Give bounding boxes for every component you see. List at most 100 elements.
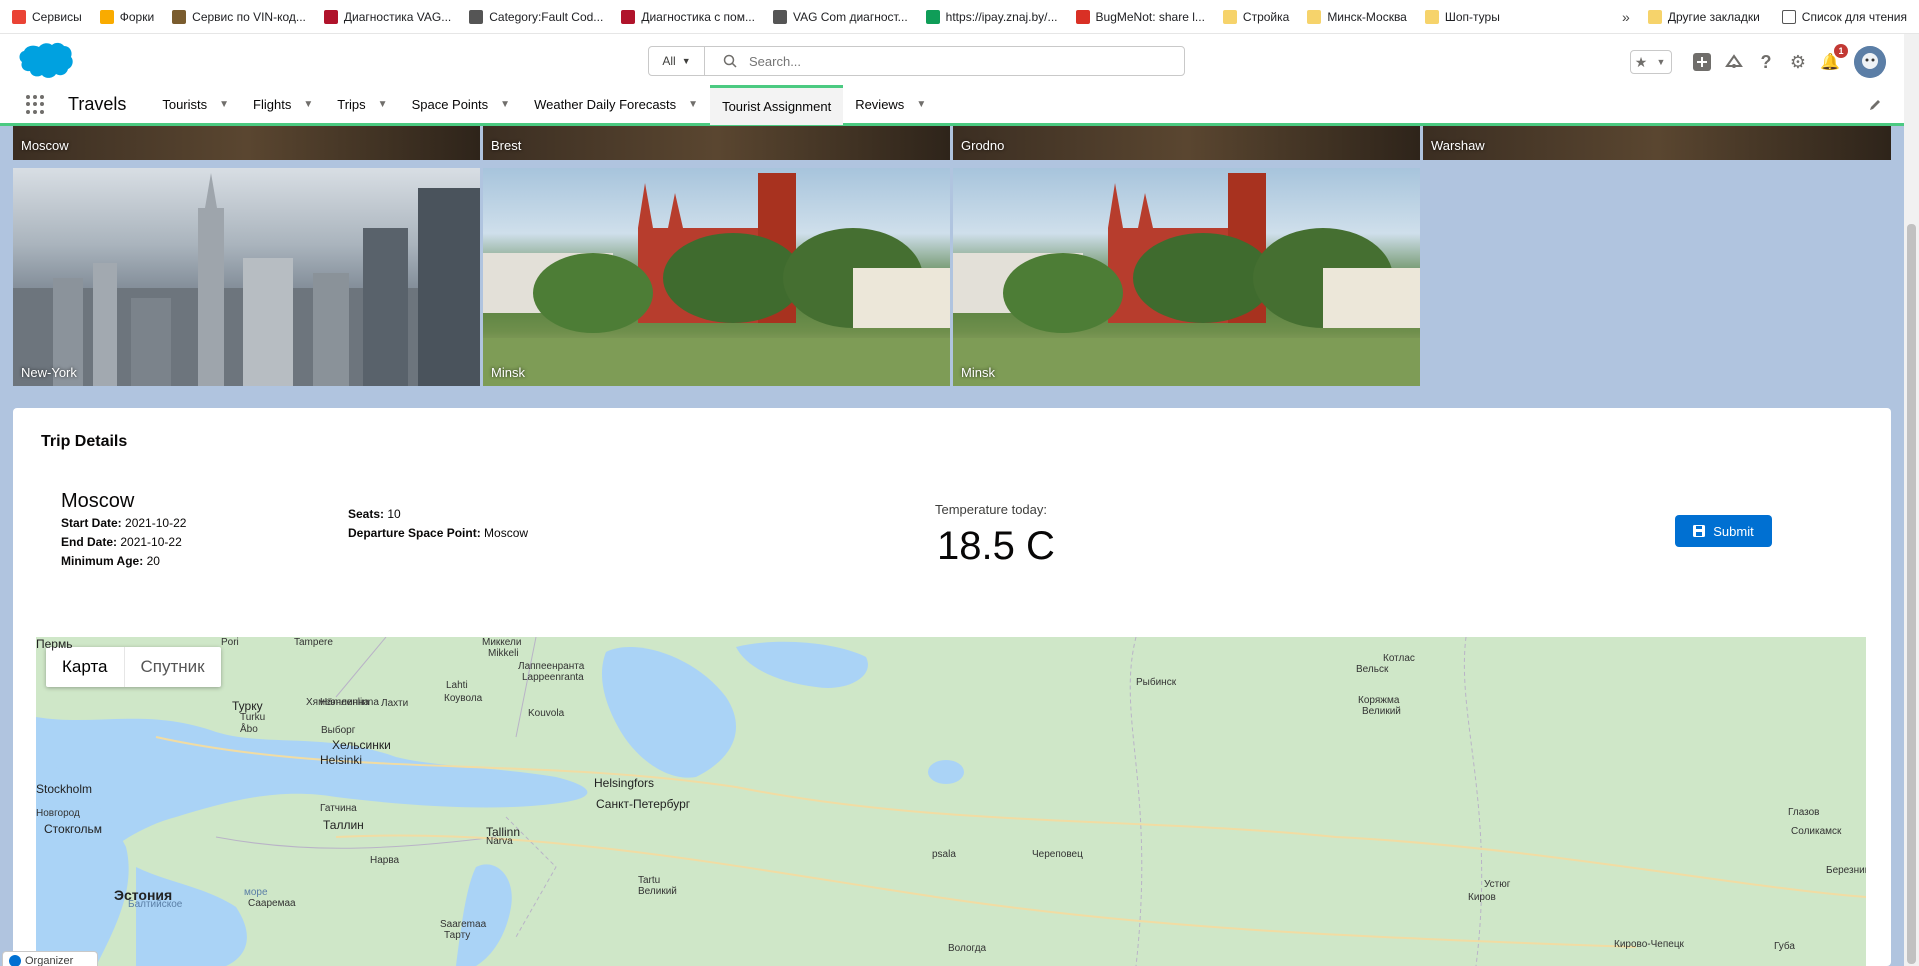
bookmark-item[interactable]: Диагностика VAG... xyxy=(323,9,451,24)
chevron-down-icon[interactable]: ▼ xyxy=(500,99,510,110)
bookmark-item[interactable]: Category:Fault Cod... xyxy=(469,9,604,24)
tile-warshaw[interactable]: Warshaw xyxy=(1423,126,1891,160)
chevron-down-icon[interactable]: ▼ xyxy=(378,99,388,110)
bookmark-label: Category:Fault Cod... xyxy=(489,9,604,24)
map-place-label: Turku xyxy=(240,712,266,723)
map-place-label: Тарту xyxy=(444,930,471,941)
map-place-label: Лаппеенранта xyxy=(518,661,585,672)
bookmark-item[interactable]: Сервис по VIN-код... xyxy=(172,9,306,24)
chevron-down-icon[interactable]: ▼ xyxy=(916,99,926,110)
bookmark-favicon-icon xyxy=(772,9,787,24)
nav-tab-weather-daily-forecasts[interactable]: Weather Daily Forecasts ▼ xyxy=(522,85,710,125)
chevron-down-icon[interactable]: ▼ xyxy=(219,99,229,110)
tile-minsk-1[interactable]: Minsk xyxy=(483,168,950,386)
global-header: All ▼ ★ ▼ ? ⚙ 🔔 1 xyxy=(0,34,1904,86)
other-bookmarks[interactable]: Другие закладки xyxy=(1647,10,1760,24)
map-place-label: Saaremaa xyxy=(440,919,487,930)
bookmark-item[interactable]: Сервисы xyxy=(12,9,82,24)
tile-caption: Warshaw xyxy=(1431,138,1485,153)
map-place-label: Tampere xyxy=(294,637,333,648)
reading-list[interactable]: Список для чтения xyxy=(1781,10,1907,24)
global-search: All ▼ xyxy=(648,46,1185,76)
help-button[interactable]: ? xyxy=(1754,50,1778,74)
salesforce-logo[interactable] xyxy=(14,41,74,81)
departure-field: Departure Space Point: Moscow xyxy=(348,526,528,540)
bookmark-item[interactable]: BugMeNot: share l... xyxy=(1075,9,1205,24)
trailhead-button[interactable] xyxy=(1722,50,1746,74)
app-launcher-icon[interactable] xyxy=(26,94,46,115)
bookmarks-more-button[interactable]: » xyxy=(1622,9,1630,25)
question-icon: ? xyxy=(1760,51,1772,72)
reading-list-icon xyxy=(1781,10,1796,24)
header-icons: ★ ▼ ? ⚙ 🔔 1 xyxy=(1630,44,1886,78)
trip-city: Moscow xyxy=(61,490,135,512)
tile-new-york[interactable]: New-York xyxy=(13,168,480,386)
tile-moscow[interactable]: Moscow xyxy=(13,126,480,160)
map-place-label: Гатчина xyxy=(320,803,357,814)
global-actions-button[interactable] xyxy=(1690,50,1714,74)
tile-caption: Minsk xyxy=(491,365,525,380)
organizer-widget[interactable]: Organizer xyxy=(2,951,98,966)
nav-tab-tourist-assignment[interactable]: Tourist Assignment xyxy=(710,84,844,125)
tile-caption: Grodno xyxy=(961,138,1005,153)
map-place-label: Mikkeli xyxy=(488,648,519,659)
map-place-label: Березники xyxy=(1826,865,1866,876)
bookmark-item[interactable]: Диагностика с пом... xyxy=(621,9,755,24)
departure-label: Departure Space Point: xyxy=(348,526,481,540)
map-place-label: Санкт-Петербург xyxy=(596,797,691,811)
bookmark-item[interactable]: Форки xyxy=(99,9,154,24)
map-place-label: Стокгольм xyxy=(44,822,102,836)
map-place-label: Череповец xyxy=(1032,849,1083,860)
tile-caption: Minsk xyxy=(961,365,995,380)
search-input[interactable] xyxy=(749,53,1149,69)
scrollbar-thumb[interactable] xyxy=(1907,224,1916,964)
nav-tab-reviews[interactable]: Reviews ▼ xyxy=(843,85,938,125)
map-place-label: Narva xyxy=(486,836,513,847)
map-place-label: Вельск xyxy=(1356,664,1389,675)
bookmark-item[interactable]: VAG Com диагност... xyxy=(772,9,908,24)
nav-tab-label: Tourist Assignment xyxy=(722,98,832,114)
bookmark-item[interactable]: Шоп-туры xyxy=(1424,9,1500,24)
organizer-label: Organizer xyxy=(25,955,74,966)
nav-tab-tourists[interactable]: Tourists ▼ xyxy=(150,85,241,125)
notifications-button[interactable]: 🔔 1 xyxy=(1818,44,1848,74)
nav-tab-label: Flights xyxy=(253,97,292,112)
map-place-label: Миккели xyxy=(482,637,522,648)
departure-value: Moscow xyxy=(484,526,529,540)
map-place-label: Выборг xyxy=(321,725,356,736)
chevron-down-icon[interactable]: ▼ xyxy=(688,99,698,110)
user-avatar-icon xyxy=(1854,46,1886,78)
pencil-icon[interactable] xyxy=(1868,98,1882,112)
map-place-label: Hämeenlinna xyxy=(320,697,379,708)
tile-brest[interactable]: Brest xyxy=(483,126,950,160)
star-icon[interactable]: ★ xyxy=(1631,51,1651,73)
favorites-dropdown-icon[interactable]: ▼ xyxy=(1651,51,1671,73)
other-bookmarks-label: Другие закладки xyxy=(1667,10,1760,24)
avatar[interactable] xyxy=(1854,46,1886,78)
map-type-map-button[interactable]: Карта xyxy=(46,647,125,687)
nav-tab-label: Reviews xyxy=(855,97,905,112)
submit-button[interactable]: Submit xyxy=(1675,515,1772,547)
page-scrollbar[interactable] xyxy=(1904,34,1919,966)
bookmark-item[interactable]: Минск-Москва xyxy=(1307,9,1407,24)
nav-tab-label: Weather Daily Forecasts xyxy=(534,97,677,112)
bookmark-item[interactable]: https://ipay.znaj.by/... xyxy=(925,9,1058,24)
map-type-satellite-button[interactable]: Спутник xyxy=(125,647,221,687)
chevron-down-icon[interactable]: ▼ xyxy=(303,99,313,110)
map-place-label: Рыбинск xyxy=(1136,677,1177,688)
tile-grodno[interactable]: Grodno xyxy=(953,126,1420,160)
nav-tab-space-points[interactable]: Space Points ▼ xyxy=(400,85,523,125)
search-scope-dropdown[interactable]: All ▼ xyxy=(649,47,705,75)
bookmark-label: Сервис по VIN-код... xyxy=(192,9,306,24)
bookmark-item[interactable]: Стройка xyxy=(1222,9,1289,24)
trip-map[interactable]: Карта Спутник Pori Tampere Миккели Mikkeli Л… xyxy=(36,637,1866,966)
tile-minsk-2[interactable]: Minsk xyxy=(953,168,1420,386)
nav-tab-trips[interactable]: Trips ▼ xyxy=(325,85,399,125)
setup-button[interactable]: ⚙ xyxy=(1786,50,1810,74)
map-place-label: Helsingfors xyxy=(594,776,655,790)
nav-tab-flights[interactable]: Flights ▼ xyxy=(241,85,325,125)
bookmark-label: VAG Com диагност... xyxy=(792,9,908,24)
map-place-label: Новгород xyxy=(36,808,80,819)
map-place-label: Коувола xyxy=(444,693,483,704)
bookmarks-right: » Другие закладки Список для чтения xyxy=(1622,0,1907,34)
